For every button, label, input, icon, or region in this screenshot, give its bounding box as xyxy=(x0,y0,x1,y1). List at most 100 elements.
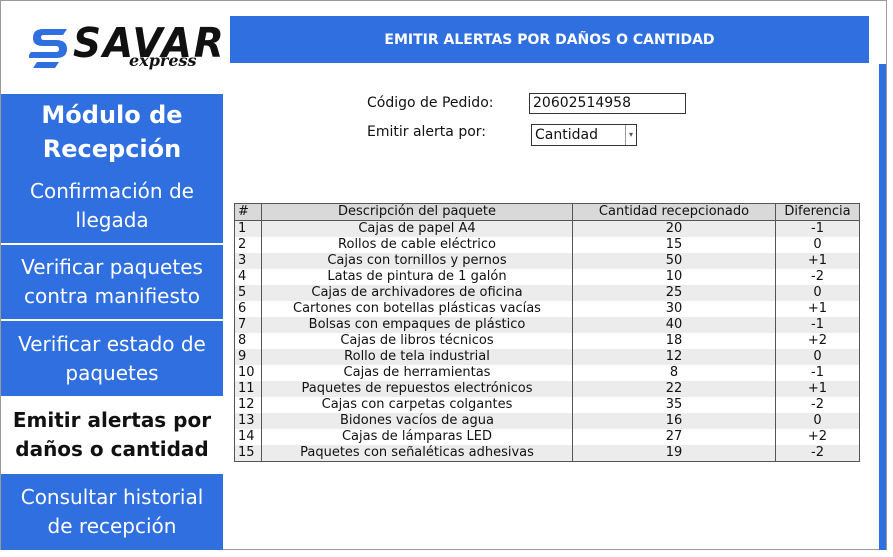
table-row[interactable]: 6 Cartones con botellas plásticas vacías 3… xyxy=(234,301,860,317)
chevron-down-icon[interactable]: ▾ xyxy=(625,125,636,145)
row-number: 8 xyxy=(234,333,262,349)
row-difference: 0 xyxy=(775,285,860,301)
sidebar-item-consultar-historial[interactable]: Consultar historial de recepción xyxy=(1,474,223,550)
row-quantity: 15 xyxy=(572,237,776,253)
row-quantity: 10 xyxy=(572,269,776,285)
row-quantity: 8 xyxy=(572,365,776,381)
column-header-difference: Diferencia xyxy=(775,203,860,221)
table-row[interactable]: 13 Bidones vacíos de agua 16 0 xyxy=(234,413,860,429)
row-difference: -2 xyxy=(775,397,860,413)
row-difference: +1 xyxy=(775,253,860,269)
row-number: 6 xyxy=(234,301,262,317)
row-number: 1 xyxy=(234,220,262,237)
table-row[interactable]: 12 Cajas con carpetas colgantes 35 -2 xyxy=(234,397,860,413)
row-difference: -2 xyxy=(775,445,860,462)
row-number: 15 xyxy=(234,445,262,462)
table-row[interactable]: 8 Cajas de libros técnicos 18 +2 xyxy=(234,333,860,349)
table-row[interactable]: 14 Cajas de lámparas LED 27 +2 xyxy=(234,429,860,445)
row-quantity: 25 xyxy=(572,285,776,301)
row-description: Paquetes de repuestos electrónicos xyxy=(261,381,573,397)
module-title-text: Módulo de Recepción xyxy=(41,100,183,163)
table-row[interactable]: 10 Cajas de herramientas 8 -1 xyxy=(234,365,860,381)
table-row[interactable]: 7 Bolsas con empaques de plástico 40 -1 xyxy=(234,317,860,333)
table-row[interactable]: 15 Paquetes con señaléticas adhesivas 19 -2 xyxy=(234,445,860,462)
sidebar-item-emitir-alertas[interactable]: Emitir alertas por daños o cantidad xyxy=(1,397,223,473)
table-header-row: # Descripción del paquete Cantidad recep… xyxy=(234,203,860,221)
alert-by-label: Emitir alerta por: xyxy=(367,124,486,140)
row-quantity: 27 xyxy=(572,429,776,445)
row-number: 12 xyxy=(234,397,262,413)
row-description: Cajas de herramientas xyxy=(261,365,573,381)
sidebar-item-label: Confirmación de llegada xyxy=(30,179,194,232)
table-row[interactable]: 1 Cajas de papel A4 20 -1 xyxy=(234,220,860,237)
row-difference: -1 xyxy=(775,317,860,333)
row-quantity: 30 xyxy=(572,301,776,317)
order-code-label: Código de Pedido: xyxy=(367,95,494,111)
table-row[interactable]: 11 Paquetes de repuestos electrónicos 22 +1 xyxy=(234,381,860,397)
alert-by-select[interactable]: Cantidad ▾ xyxy=(531,124,637,146)
row-number: 7 xyxy=(234,317,262,333)
row-difference: 0 xyxy=(775,237,860,253)
sidebar-item-label: Consultar historial de recepción xyxy=(20,485,204,538)
sidebar-item-verificar-estado[interactable]: Verificar estado de paquetes xyxy=(1,321,223,396)
row-description: Rollos de cable eléctrico xyxy=(261,237,573,253)
sidebar: SAVAR express Módulo de Recepción Confir… xyxy=(1,1,224,550)
row-number: 4 xyxy=(234,269,262,285)
row-difference: -1 xyxy=(775,220,860,237)
row-difference: +2 xyxy=(775,333,860,349)
row-description: Cajas con tornillos y pernos xyxy=(261,253,573,269)
row-difference: -1 xyxy=(775,365,860,381)
row-description: Paquetes con señaléticas adhesivas xyxy=(261,445,573,462)
row-quantity: 50 xyxy=(572,253,776,269)
row-number: 13 xyxy=(234,413,262,429)
row-description: Cajas de libros técnicos xyxy=(261,333,573,349)
logo: SAVAR express xyxy=(1,1,224,93)
table-row[interactable]: 3 Cajas con tornillos y pernos 50 +1 xyxy=(234,253,860,269)
table-row[interactable]: 4 Latas de pintura de 1 galón 10 -2 xyxy=(234,269,860,285)
row-difference: +2 xyxy=(775,429,860,445)
order-code-input[interactable]: 20602514958 xyxy=(529,93,686,114)
alert-by-selected-value: Cantidad xyxy=(535,127,598,143)
row-number: 9 xyxy=(234,349,262,365)
row-quantity: 20 xyxy=(572,220,776,237)
right-accent-bar xyxy=(879,64,886,550)
column-header-description: Descripción del paquete xyxy=(261,203,573,221)
sidebar-item-confirmacion-llegada[interactable]: Confirmación de llegada xyxy=(1,169,223,243)
packages-table: # Descripción del paquete Cantidad recep… xyxy=(234,203,860,462)
page-title: EMITIR ALERTAS POR DAÑOS O CANTIDAD xyxy=(230,16,869,63)
sidebar-item-verificar-manifiesto[interactable]: Verificar paquetes contra manifiesto xyxy=(1,245,223,319)
column-header-quantity: Cantidad recepcionado xyxy=(572,203,776,221)
row-difference: 0 xyxy=(775,349,860,365)
row-description: Cartones con botellas plásticas vacías xyxy=(261,301,573,317)
row-quantity: 12 xyxy=(572,349,776,365)
table-row[interactable]: 9 Rollo de tela industrial 12 0 xyxy=(234,349,860,365)
row-description: Bolsas con empaques de plástico xyxy=(261,317,573,333)
sidebar-item-label: Verificar estado de paquetes xyxy=(18,331,206,385)
column-header-number: # xyxy=(234,203,262,221)
row-description: Cajas de papel A4 xyxy=(261,220,573,237)
row-number: 2 xyxy=(234,237,262,253)
row-description: Cajas de archivadores de oficina xyxy=(261,285,573,301)
row-quantity: 40 xyxy=(572,317,776,333)
row-quantity: 22 xyxy=(572,381,776,397)
row-description: Cajas de lámparas LED xyxy=(261,429,573,445)
row-description: Bidones vacíos de agua xyxy=(261,413,573,429)
row-quantity: 18 xyxy=(572,333,776,349)
row-difference: +1 xyxy=(775,301,860,317)
row-number: 14 xyxy=(234,429,262,445)
row-difference: -2 xyxy=(775,269,860,285)
row-number: 10 xyxy=(234,365,262,381)
table-row[interactable]: 5 Cajas de archivadores de oficina 25 0 xyxy=(234,285,860,301)
row-description: Latas de pintura de 1 galón xyxy=(261,269,573,285)
row-difference: 0 xyxy=(775,413,860,429)
row-description: Rollo de tela industrial xyxy=(261,349,573,365)
row-quantity: 35 xyxy=(572,397,776,413)
row-number: 5 xyxy=(234,285,262,301)
sidebar-item-label: Verificar paquetes contra manifiesto xyxy=(21,255,203,308)
savar-logo-icon xyxy=(29,29,67,68)
row-quantity: 16 xyxy=(572,413,776,429)
module-title: Módulo de Recepción xyxy=(1,94,223,169)
row-difference: +1 xyxy=(775,381,860,397)
table-row[interactable]: 2 Rollos de cable eléctrico 15 0 xyxy=(234,237,860,253)
row-quantity: 19 xyxy=(572,445,776,462)
